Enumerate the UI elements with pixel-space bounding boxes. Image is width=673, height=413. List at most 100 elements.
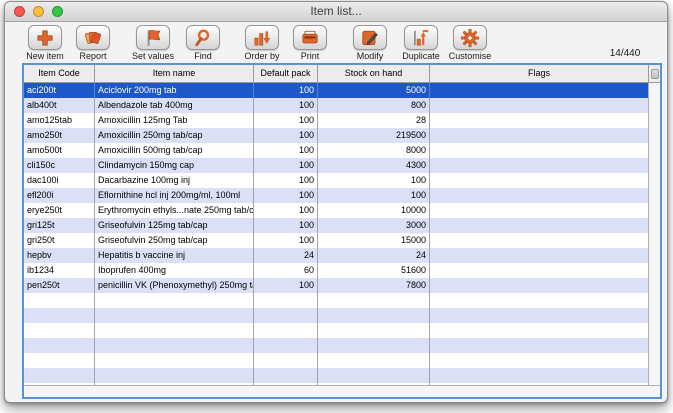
cell-flags <box>430 293 648 308</box>
cell-item-code <box>24 323 95 338</box>
close-button[interactable] <box>14 6 25 17</box>
column-header-stock-on-hand[interactable]: Stock on hand <box>318 65 430 82</box>
cell-stock-on-hand: 10000 <box>318 203 430 218</box>
table-row[interactable]: cli150c Clindamycin 150mg cap 100 4300 <box>24 158 648 173</box>
cell-stock-on-hand <box>318 293 430 308</box>
table-row-empty[interactable] <box>24 293 648 308</box>
toolbar-button-label: Report <box>79 51 106 61</box>
cell-stock-on-hand: 51600 <box>318 263 430 278</box>
cell-item-name: Griseofulvin 250mg tab/cap <box>95 233 254 248</box>
cell-stock-on-hand: 5000 <box>318 83 430 98</box>
cell-flags <box>430 353 648 368</box>
cell-item-name: Eflornithine hcl inj 200mg/ml, 100ml <box>95 188 254 203</box>
cell-default-pack: 100 <box>254 278 318 293</box>
cell-flags <box>430 158 648 173</box>
table-row[interactable]: pen250t penicillin VK (Phenoxymethyl) 25… <box>24 278 648 293</box>
cell-default-pack: 100 <box>254 143 318 158</box>
scrollbar-thumb[interactable] <box>651 69 659 79</box>
toolbar-button-report[interactable]: Report <box>64 25 122 61</box>
vertical-scrollbar[interactable] <box>648 83 660 385</box>
pencil-icon <box>353 25 387 50</box>
toolbar-button-customise[interactable]: Customise <box>441 25 499 61</box>
cell-flags <box>430 83 648 98</box>
table-row[interactable]: dac100i Dacarbazine 100mg inj 100 100 <box>24 173 648 188</box>
cell-item-code: ib1234 <box>24 263 95 278</box>
table-row[interactable]: amo250t Amoxicillin 250mg tab/cap 100 21… <box>24 128 648 143</box>
toolbar-button-print[interactable]: Print <box>281 25 339 61</box>
table-row[interactable]: aci200t Aciclovir 200mg tab 100 5000 <box>24 83 648 98</box>
column-header-item-code[interactable]: Item Code <box>24 65 95 82</box>
table-row[interactable]: ib1234 Iboprufen 400mg 60 51600 <box>24 263 648 278</box>
cell-item-code: cli150c <box>24 158 95 173</box>
table-row[interactable]: amo125tab Amoxicillin 125mg Tab 100 28 <box>24 113 648 128</box>
cell-item-name <box>95 353 254 368</box>
cell-stock-on-hand: 100 <box>318 188 430 203</box>
cell-flags <box>430 218 648 233</box>
cell-default-pack: 100 <box>254 128 318 143</box>
plus-icon <box>28 25 62 50</box>
item-table: Item Code Item name Default pack Stock o… <box>22 63 662 399</box>
cell-item-name: Clindamycin 150mg cap <box>95 158 254 173</box>
cell-stock-on-hand: 28 <box>318 113 430 128</box>
cell-flags <box>430 173 648 188</box>
zoom-button[interactable] <box>52 6 63 17</box>
cell-item-name: Amoxicillin 500mg tab/cap <box>95 143 254 158</box>
toolbar-button-modify[interactable]: Modify <box>341 25 399 61</box>
cell-default-pack: 100 <box>254 188 318 203</box>
cell-item-code <box>24 338 95 353</box>
table-row[interactable]: gri250t Griseofulvin 250mg tab/cap 100 1… <box>24 233 648 248</box>
horizontal-scrollbar[interactable] <box>24 385 660 397</box>
table-row[interactable]: efl200i Eflornithine hcl inj 200mg/ml, 1… <box>24 188 648 203</box>
cell-default-pack: 100 <box>254 98 318 113</box>
chart-arrow-icon <box>404 25 438 50</box>
table-row-empty[interactable] <box>24 353 648 368</box>
cell-item-name: penicillin VK (Phenoxymethyl) 250mg tab <box>95 278 254 293</box>
cell-stock-on-hand <box>318 323 430 338</box>
cell-item-code <box>24 353 95 368</box>
cell-item-name: Aciclovir 200mg tab <box>95 83 254 98</box>
table-row[interactable]: gri125t Griseofulvin 125mg tab/cap 100 3… <box>24 218 648 233</box>
cell-default-pack: 100 <box>254 158 318 173</box>
cell-item-code: alb400t <box>24 98 95 113</box>
table-row-empty[interactable] <box>24 308 648 323</box>
printer-icon <box>293 25 327 50</box>
cell-stock-on-hand: 100 <box>318 173 430 188</box>
table-row-empty[interactable] <box>24 368 648 383</box>
cell-stock-on-hand <box>318 338 430 353</box>
minimize-button[interactable] <box>33 6 44 17</box>
cell-default-pack: 100 <box>254 218 318 233</box>
cell-flags <box>430 308 648 323</box>
toolbar: New item Report Set values <box>5 22 667 62</box>
title-bar[interactable]: Item list... <box>5 2 667 22</box>
table-row[interactable]: hepbv Hepatitis b vaccine inj 24 24 <box>24 248 648 263</box>
table-row-empty[interactable] <box>24 338 648 353</box>
cell-default-pack: 24 <box>254 248 318 263</box>
column-header-default-pack[interactable]: Default pack <box>254 65 318 82</box>
table-row[interactable]: alb400t Albendazole tab 400mg 100 800 <box>24 98 648 113</box>
cell-default-pack <box>254 308 318 323</box>
table-row-empty[interactable] <box>24 323 648 338</box>
toolbar-button-find[interactable]: Find <box>174 25 232 61</box>
cell-flags <box>430 203 648 218</box>
cell-item-code: gri250t <box>24 233 95 248</box>
column-header-item-name[interactable]: Item name <box>95 65 254 82</box>
cell-item-code <box>24 368 95 383</box>
toolbar-button-label: Print <box>301 51 320 61</box>
cell-flags <box>430 368 648 383</box>
cell-stock-on-hand: 4300 <box>318 158 430 173</box>
cell-stock-on-hand: 7800 <box>318 278 430 293</box>
item-list-window: Item list... New item Report <box>4 1 668 403</box>
cell-flags <box>430 98 648 113</box>
cell-item-name <box>95 368 254 383</box>
column-header-flags[interactable]: Flags <box>430 65 648 82</box>
cell-item-code: gri125t <box>24 218 95 233</box>
cell-default-pack <box>254 368 318 383</box>
cell-flags <box>430 338 648 353</box>
table-body: aci200t Aciclovir 200mg tab 100 5000 alb… <box>24 83 648 385</box>
cell-flags <box>430 143 648 158</box>
table-row[interactable]: amo500t Amoxicillin 500mg tab/cap 100 80… <box>24 143 648 158</box>
table-row[interactable]: erye250t Erythromycin ethyls...nate 250m… <box>24 203 648 218</box>
cell-stock-on-hand <box>318 353 430 368</box>
cell-item-code: amo500t <box>24 143 95 158</box>
cell-flags <box>430 263 648 278</box>
